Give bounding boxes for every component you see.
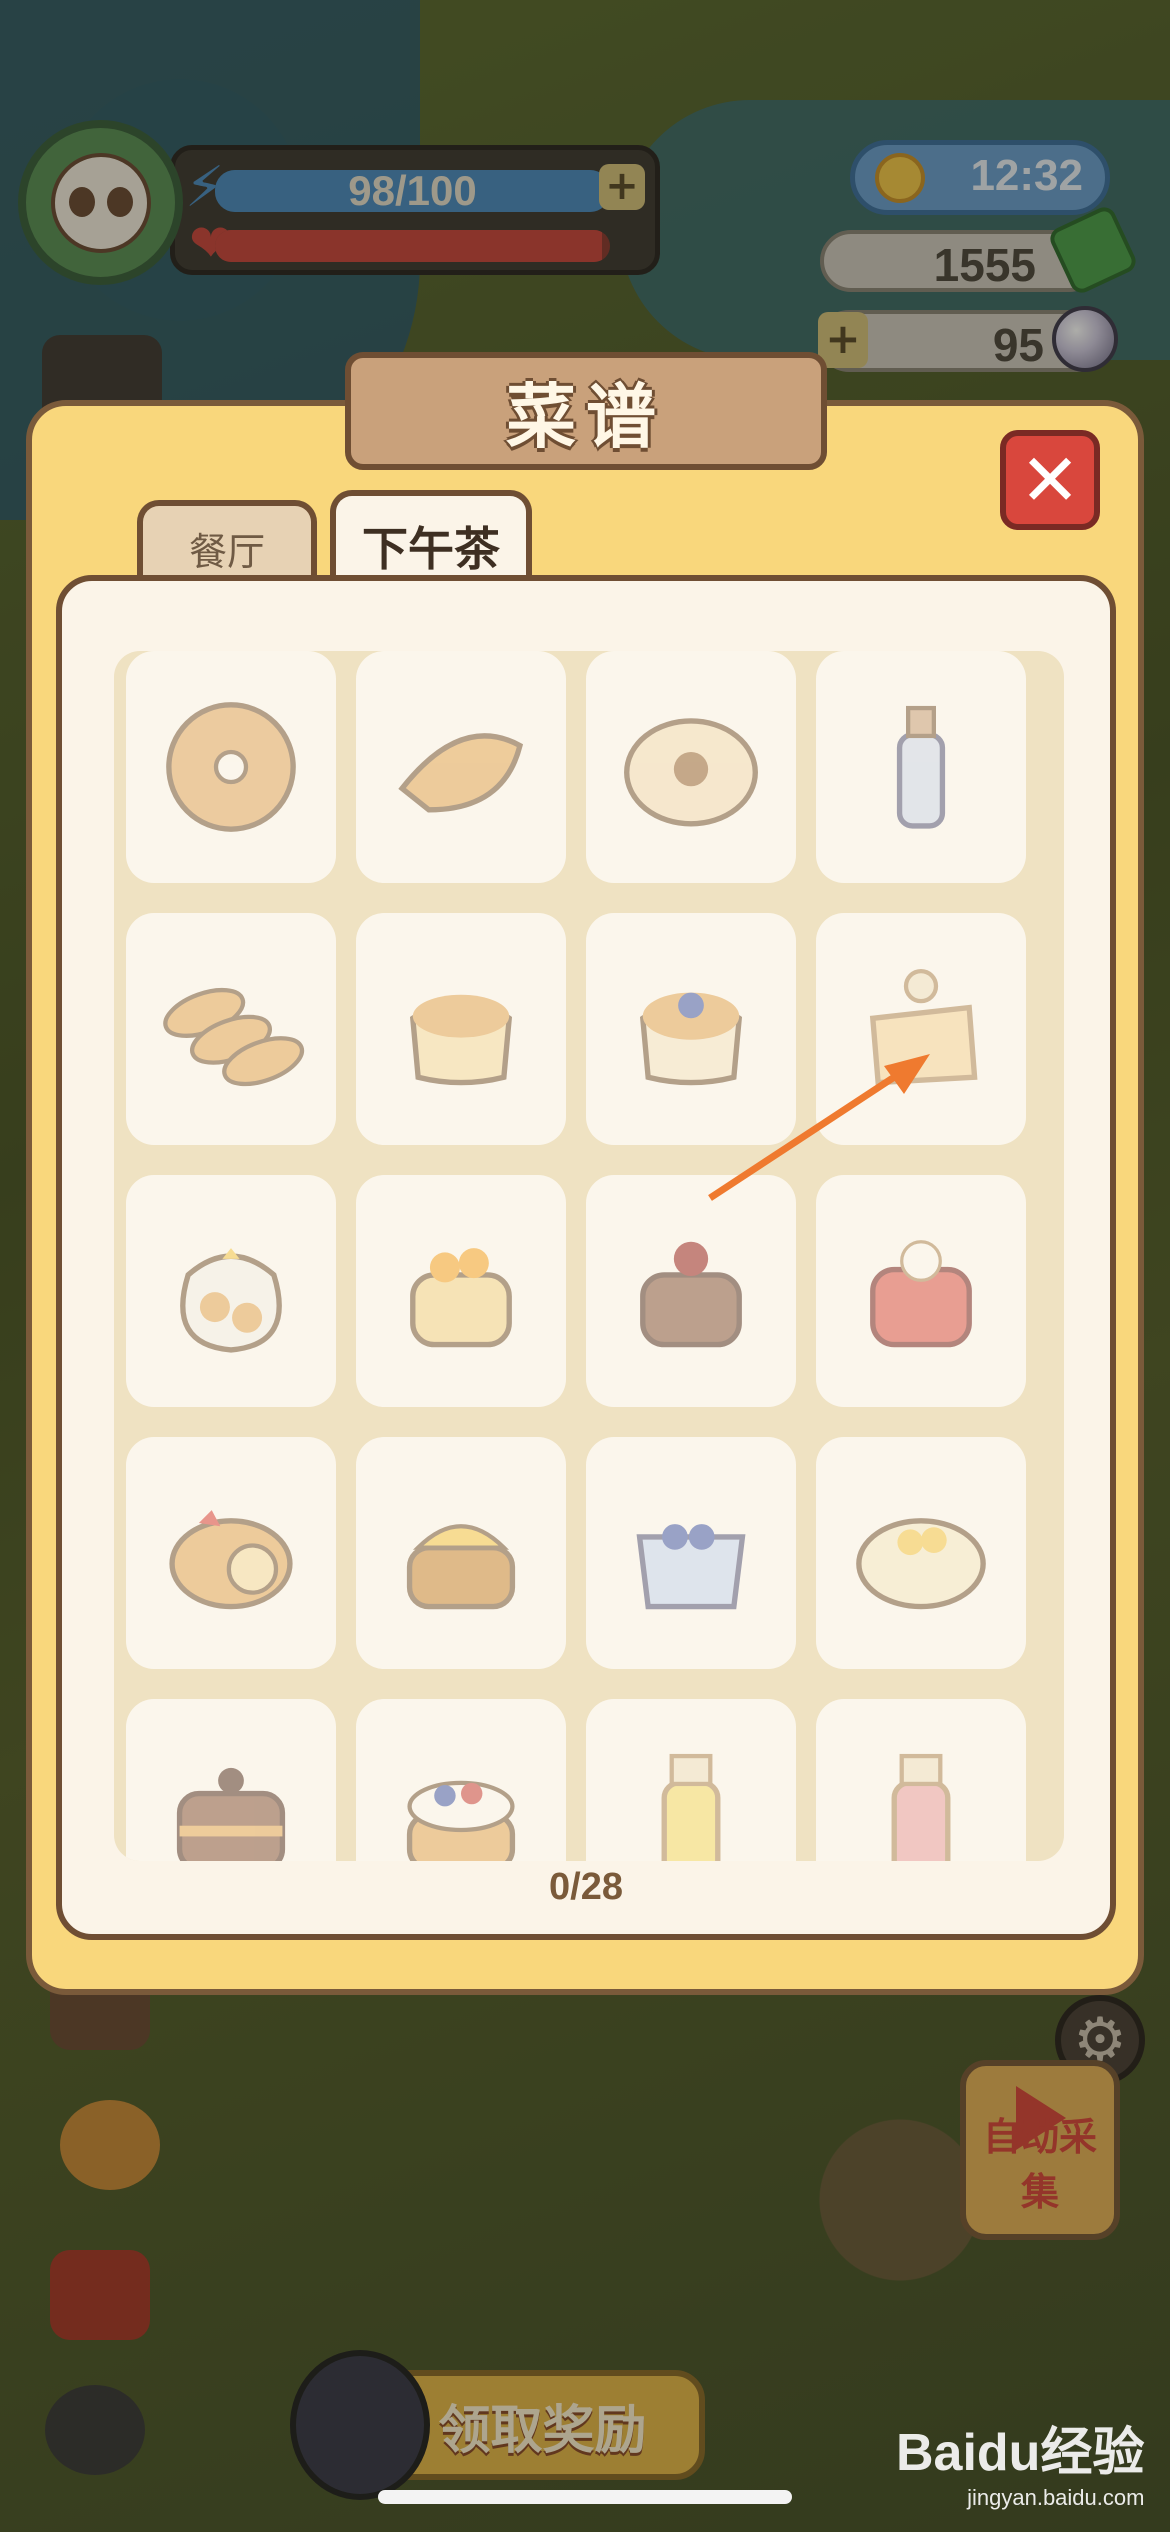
recipe-item[interactable] [126, 1699, 336, 1861]
recipe-grid [114, 651, 1038, 1861]
cookie-bag-icon [180, 1248, 282, 1353]
recipe-item[interactable] [816, 913, 1026, 1145]
recipe-item[interactable] [586, 1699, 796, 1861]
home-indicator[interactable] [378, 2490, 792, 2504]
watermark-brand: Baidu经验 [896, 2424, 1145, 2482]
recipe-item[interactable] [586, 913, 796, 1145]
orange-cake-icon [410, 1248, 512, 1348]
recipe-item[interactable] [126, 1175, 336, 1407]
watermark-site: jingyan.baidu.com [967, 2485, 1145, 2510]
recipe-item[interactable] [586, 1437, 796, 1669]
recipe-item[interactable] [816, 1175, 1026, 1407]
recipe-item[interactable] [816, 651, 1026, 883]
recipe-item[interactable] [816, 1437, 1026, 1669]
baguettes-icon [163, 987, 305, 1087]
strawberry-cream-cake-icon [870, 1240, 972, 1348]
recipe-item[interactable] [356, 651, 566, 883]
recipe-item[interactable] [586, 1175, 796, 1407]
peach-juice-icon [891, 1753, 951, 1861]
recipe-grid-scroll[interactable] [114, 651, 1064, 1861]
baidu-watermark: Baidu经验 jingyan.baidu.com [896, 2410, 1144, 2511]
recipe-item[interactable] [586, 651, 796, 883]
berry-tart-icon [406, 1780, 516, 1861]
recipe-progress: 0/28 [549, 1866, 623, 1908]
recipe-item[interactable] [816, 1699, 1026, 1861]
croissant-icon [398, 733, 524, 813]
chocolate-layer-cake-icon [176, 1767, 286, 1861]
recipe-item[interactable] [356, 1437, 566, 1669]
recipe-item[interactable] [126, 1437, 336, 1669]
recipe-item[interactable] [356, 1175, 566, 1407]
swiss-roll-icon [169, 1510, 293, 1610]
recipe-item[interactable] [126, 651, 336, 883]
donut-icon [166, 702, 296, 832]
blueberry-pudding-icon [639, 992, 743, 1086]
close-button[interactable]: ✕ [1000, 430, 1100, 530]
dialog-title-plank: 菜谱 [345, 352, 827, 470]
blueberry-jelly-icon [636, 1524, 746, 1610]
recipe-item[interactable] [356, 913, 566, 1145]
mango-tart-icon [406, 1524, 516, 1610]
flower-bun-icon [624, 718, 758, 827]
pudding-icon [409, 994, 513, 1086]
recipe-item[interactable] [356, 1699, 566, 1861]
cherry-chocolate-cake-icon [640, 1241, 742, 1348]
bagged-toast-icon [869, 969, 978, 1086]
bottle-drink-icon [896, 705, 946, 829]
recipe-item[interactable] [126, 913, 336, 1145]
lemon-juice-icon [661, 1753, 721, 1861]
fruit-bun-icon [856, 1518, 986, 1610]
recipe-panel: 0/28 [56, 575, 1116, 1940]
dialog-title: 菜谱 [506, 375, 666, 458]
